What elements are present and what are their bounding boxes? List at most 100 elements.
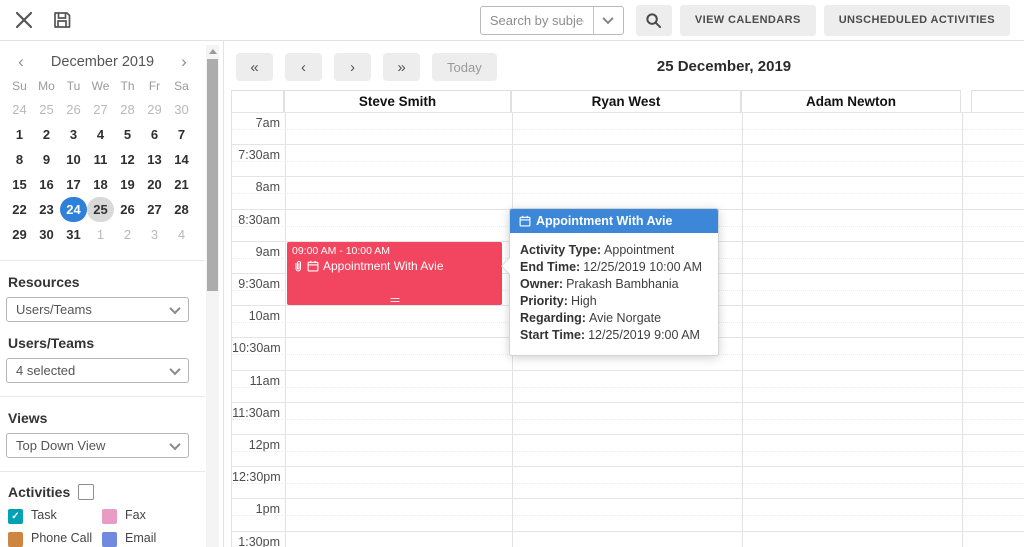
minical-day[interactable]: 2 <box>33 122 60 147</box>
minical-day[interactable]: 1 <box>6 122 33 147</box>
search-field-dropdown[interactable] <box>592 6 623 34</box>
minical-day[interactable]: 19 <box>114 172 141 197</box>
weekday-label: We <box>91 79 110 93</box>
activities-all-checkbox[interactable] <box>78 484 95 500</box>
minical-day[interactable]: 9 <box>33 147 60 172</box>
minical-next-icon[interactable]: › <box>169 52 199 72</box>
minical-day[interactable]: 29 <box>141 97 168 122</box>
minical-day[interactable]: 26 <box>114 197 141 222</box>
minical-day[interactable]: 10 <box>60 147 87 172</box>
unscheduled-activities-button[interactable]: UNSCHEDULED ACTIVITIES <box>823 4 1010 36</box>
scroll-up-icon <box>208 49 217 54</box>
search-input[interactable] <box>480 6 593 34</box>
minical-day[interactable]: 30 <box>168 97 195 122</box>
activity-checkbox[interactable] <box>102 509 117 524</box>
minical-day[interactable]: 16 <box>33 172 60 197</box>
activity-filter-fax[interactable]: Fax <box>102 508 205 524</box>
minical-day[interactable]: 13 <box>141 147 168 172</box>
search-box <box>479 5 624 35</box>
view-calendars-button[interactable]: VIEW CALENDARS <box>679 4 816 36</box>
minical-day[interactable]: 21 <box>168 172 195 197</box>
minical-day[interactable]: 27 <box>87 97 114 122</box>
tooltip-field: Owner: Prakash Bambhania <box>520 277 679 291</box>
users-teams-select[interactable]: 4 selected <box>6 358 189 383</box>
minical-day[interactable]: 24 <box>60 197 87 222</box>
time-label: 7am <box>255 116 280 130</box>
activity-filter-email[interactable]: Email <box>102 531 205 547</box>
nav-prev-button[interactable]: ‹ <box>285 53 322 81</box>
views-value: Top Down View <box>16 438 106 453</box>
minical-day[interactable]: 28 <box>114 97 141 122</box>
divider <box>0 260 205 261</box>
minical-day[interactable]: 11 <box>87 147 114 172</box>
nav-first-button[interactable]: « <box>236 53 273 81</box>
minical-day[interactable]: 31 <box>60 222 87 247</box>
minical-day[interactable]: 6 <box>141 122 168 147</box>
minical-day[interactable]: 23 <box>33 197 60 222</box>
activity-checkbox[interactable] <box>102 532 117 547</box>
minical-day[interactable]: 18 <box>87 172 114 197</box>
nav-next-button[interactable]: › <box>334 53 371 81</box>
minical-day[interactable]: 5 <box>114 122 141 147</box>
save-icon[interactable] <box>52 10 72 30</box>
minical-day[interactable]: 8 <box>6 147 33 172</box>
resources-select[interactable]: Users/Teams <box>6 297 189 322</box>
time-row: 1:30pm <box>232 530 1024 547</box>
minical-day[interactable]: 4 <box>87 122 114 147</box>
time-label: 7:30am <box>238 148 280 163</box>
views-select[interactable]: Top Down View <box>6 433 189 458</box>
event-title: Appointment With Avie <box>323 259 444 273</box>
minical-day[interactable]: 29 <box>6 222 33 247</box>
minical-day[interactable]: 14 <box>168 147 195 172</box>
time-label: 8:30am <box>238 212 280 227</box>
close-icon[interactable] <box>14 10 34 30</box>
time-label: 1:30pm <box>238 534 280 547</box>
weekday-label: Tu <box>66 79 81 93</box>
minical-day[interactable]: 4 <box>168 222 195 247</box>
minical-prev-icon[interactable]: ‹ <box>6 52 36 72</box>
nav-last-button[interactable]: » <box>383 53 420 81</box>
minical-day[interactable]: 22 <box>6 197 33 222</box>
tooltip-title: Appointment With Avie <box>536 214 673 228</box>
activity-filter-task[interactable]: Task <box>8 508 100 524</box>
time-label: 11:30am <box>232 405 280 420</box>
activity-checkbox[interactable] <box>8 509 23 524</box>
minical-day[interactable]: 26 <box>60 97 87 122</box>
minical-day[interactable]: 20 <box>141 172 168 197</box>
activity-label: Email <box>125 531 157 545</box>
minical-day[interactable]: 27 <box>141 197 168 222</box>
today-button[interactable]: Today <box>432 53 497 81</box>
minical-day[interactable]: 2 <box>114 222 141 247</box>
paperclip-icon <box>295 261 302 272</box>
minical-day[interactable]: 24 <box>6 97 33 122</box>
users-teams-label: Users/Teams <box>8 335 95 351</box>
event-resize-handle[interactable] <box>390 298 399 302</box>
minical-day[interactable]: 15 <box>6 172 33 197</box>
minical-day[interactable]: 3 <box>141 222 168 247</box>
minical-day[interactable]: 25 <box>33 97 60 122</box>
appointment-event[interactable]: 09:00 AM - 10:00 AM Appointment With Avi… <box>287 242 502 305</box>
activity-label: Phone Call <box>31 531 93 545</box>
minical-grid: 24 25 26 27 28 29 30 1 2 3 4 5 6 7 8 9 10 11 12 13 14 15 16 17 1… <box>6 97 199 247</box>
minical-day[interactable]: 17 <box>60 172 87 197</box>
minical-day[interactable]: 7 <box>168 122 195 147</box>
minical-day[interactable]: 25 <box>87 197 114 222</box>
activity-checkbox[interactable] <box>8 532 23 547</box>
minical-day[interactable]: 12 <box>114 147 141 172</box>
search-button[interactable] <box>635 4 672 36</box>
minical-day[interactable]: 28 <box>168 197 195 222</box>
event-time: 09:00 AM - 10:00 AM <box>292 245 391 257</box>
minical-day[interactable]: 1 <box>87 222 114 247</box>
scrollbar-thumb[interactable] <box>207 59 218 291</box>
users-teams-value: 4 selected <box>16 363 76 378</box>
minical-day[interactable]: 3 <box>60 122 87 147</box>
tooltip-field: End Time: 12/25/2019 10:00 AM <box>520 260 703 274</box>
tooltip-field: Activity Type: Appointment <box>520 243 675 257</box>
minical-day[interactable]: 30 <box>33 222 60 247</box>
resources-value: Users/Teams <box>16 302 92 317</box>
activity-filter-phone-call[interactable]: Phone Call <box>8 531 100 547</box>
scroll-up-button[interactable] <box>206 45 219 58</box>
sidebar-scrollbar <box>206 45 219 547</box>
calendar-main: « ‹ › » Today 25 December, 2019 Steve Sm… <box>223 41 1024 547</box>
chevron-down-icon <box>169 438 181 450</box>
